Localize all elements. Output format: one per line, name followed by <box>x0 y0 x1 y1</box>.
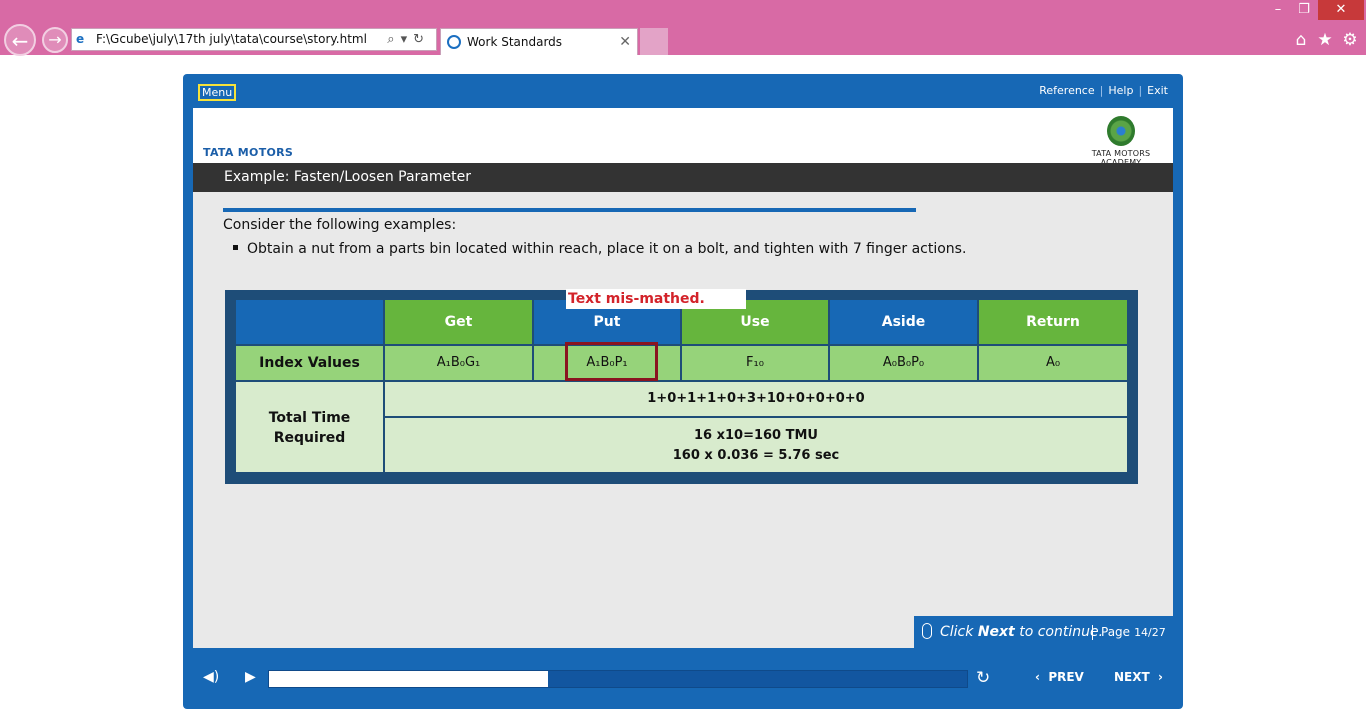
address-tools[interactable]: ⌕▾↻ <box>387 29 430 50</box>
bullet-square-icon <box>233 244 238 250</box>
tree-icon <box>1107 116 1135 146</box>
bullet-item: Obtain a nut from a parts bin located wi… <box>233 241 966 257</box>
tmu-cell: 16 x10=160 TMU 160 x 0.036 = 5.76 sec <box>385 418 1127 472</box>
browser-chrome: ← → e F:\Gcube\july\17th july\tata\cours… <box>0 0 1366 56</box>
player-controls: ◀) ▶ ↻ ‹ PREV NEXT › <box>183 664 1183 694</box>
tab-title: Work Standards <box>467 35 563 49</box>
volume-icon[interactable]: ◀) <box>203 669 219 685</box>
sum-cell: 1+0+1+1+0+3+10+0+0+0+0 <box>385 382 1127 416</box>
menu-button[interactable]: Menu <box>198 84 237 101</box>
header-aside: Aside <box>830 300 977 344</box>
ie-icon <box>447 35 461 49</box>
mismatch-annotation: Text mis-mathed. <box>566 289 746 309</box>
favorites-star-icon[interactable]: ★ <box>1315 30 1335 50</box>
minimize-icon[interactable]: – <box>1268 0 1288 20</box>
slide-area: TATA MOTORS TATA MOTORS ACADEMY Example:… <box>193 108 1173 648</box>
reference-link[interactable]: Reference <box>1039 84 1094 97</box>
slide-title: Example: Fasten/Loosen Parameter <box>224 169 471 185</box>
help-link[interactable]: Help <box>1108 84 1133 97</box>
index-values-label: Index Values <box>236 346 383 380</box>
restore-icon[interactable]: ❐ <box>1294 0 1314 20</box>
mouse-icon <box>922 623 932 639</box>
settings-gear-icon[interactable]: ⚙ <box>1340 30 1360 50</box>
index-value-use: F₁₀ <box>682 346 828 380</box>
course-player: Menu Reference | Help | Exit TATA MOTORS TAT… <box>183 74 1183 709</box>
new-tab-button[interactable] <box>640 28 668 55</box>
progress-bar[interactable] <box>268 670 968 688</box>
header-return: Return <box>979 300 1127 344</box>
index-value-get: A₁B₀G₁ <box>385 346 532 380</box>
index-value-return: A₀ <box>979 346 1127 380</box>
tmu-line: 16 x10=160 TMU <box>693 428 818 443</box>
highlight-box <box>565 342 658 381</box>
slide-header: TATA MOTORS TATA MOTORS ACADEMY <box>193 108 1173 167</box>
forward-arrow-icon[interactable]: → <box>42 27 68 53</box>
index-table: Get Put Use Aside Return Index Values A₁… <box>225 290 1138 484</box>
progress-fill <box>269 671 549 687</box>
slide-title-bar: Example: Fasten/Loosen Parameter <box>193 163 1173 192</box>
top-links: Reference | Help | Exit <box>1039 84 1168 97</box>
seconds-line: 160 x 0.036 = 5.76 sec <box>672 448 840 463</box>
header-get: Get <box>385 300 532 344</box>
page-icon: e <box>76 32 85 46</box>
index-value-aside: A₀B₀P₀ <box>830 346 977 380</box>
window-close-icon[interactable]: ✕ <box>1318 0 1364 20</box>
home-icon[interactable]: ⌂ <box>1291 30 1311 50</box>
play-icon[interactable]: ▶ <box>245 669 256 685</box>
browser-tab[interactable]: Work Standards ✕ <box>440 28 638 55</box>
continue-bar: Click Next to continue. Page 14/27 <box>914 616 1173 648</box>
exit-link[interactable]: Exit <box>1147 84 1168 97</box>
back-arrow-icon[interactable]: ← <box>4 24 36 56</box>
total-time-label: Total Time Required <box>236 382 383 472</box>
divider-line <box>223 208 916 212</box>
total-time-line1: Total Time <box>268 410 351 426</box>
total-time-line2: Required <box>273 430 346 446</box>
page-indicator: Page 14/27 <box>1092 625 1166 640</box>
table-corner <box>236 300 383 344</box>
academy-logo: TATA MOTORS ACADEMY <box>1081 116 1161 167</box>
page-label: Page <box>1101 625 1131 639</box>
prev-button[interactable]: ‹ PREV <box>1035 670 1084 684</box>
address-bar[interactable]: e F:\Gcube\july\17th july\tata\course\st… <box>71 28 437 51</box>
next-button[interactable]: NEXT › <box>1114 670 1163 684</box>
address-url[interactable]: F:\Gcube\july\17th july\tata\course\stor… <box>96 29 367 50</box>
page-number: 14/27 <box>1134 626 1166 639</box>
replay-icon[interactable]: ↻ <box>976 668 990 688</box>
close-tab-icon[interactable]: ✕ <box>619 29 631 55</box>
continue-message: Click Next to continue. <box>940 624 1104 640</box>
brand-logo: TATA MOTORS <box>203 146 294 159</box>
intro-text: Consider the following examples: <box>223 217 457 233</box>
bullet-text: Obtain a nut from a parts bin located wi… <box>247 241 967 257</box>
next-emphasis: Next <box>977 624 1015 640</box>
